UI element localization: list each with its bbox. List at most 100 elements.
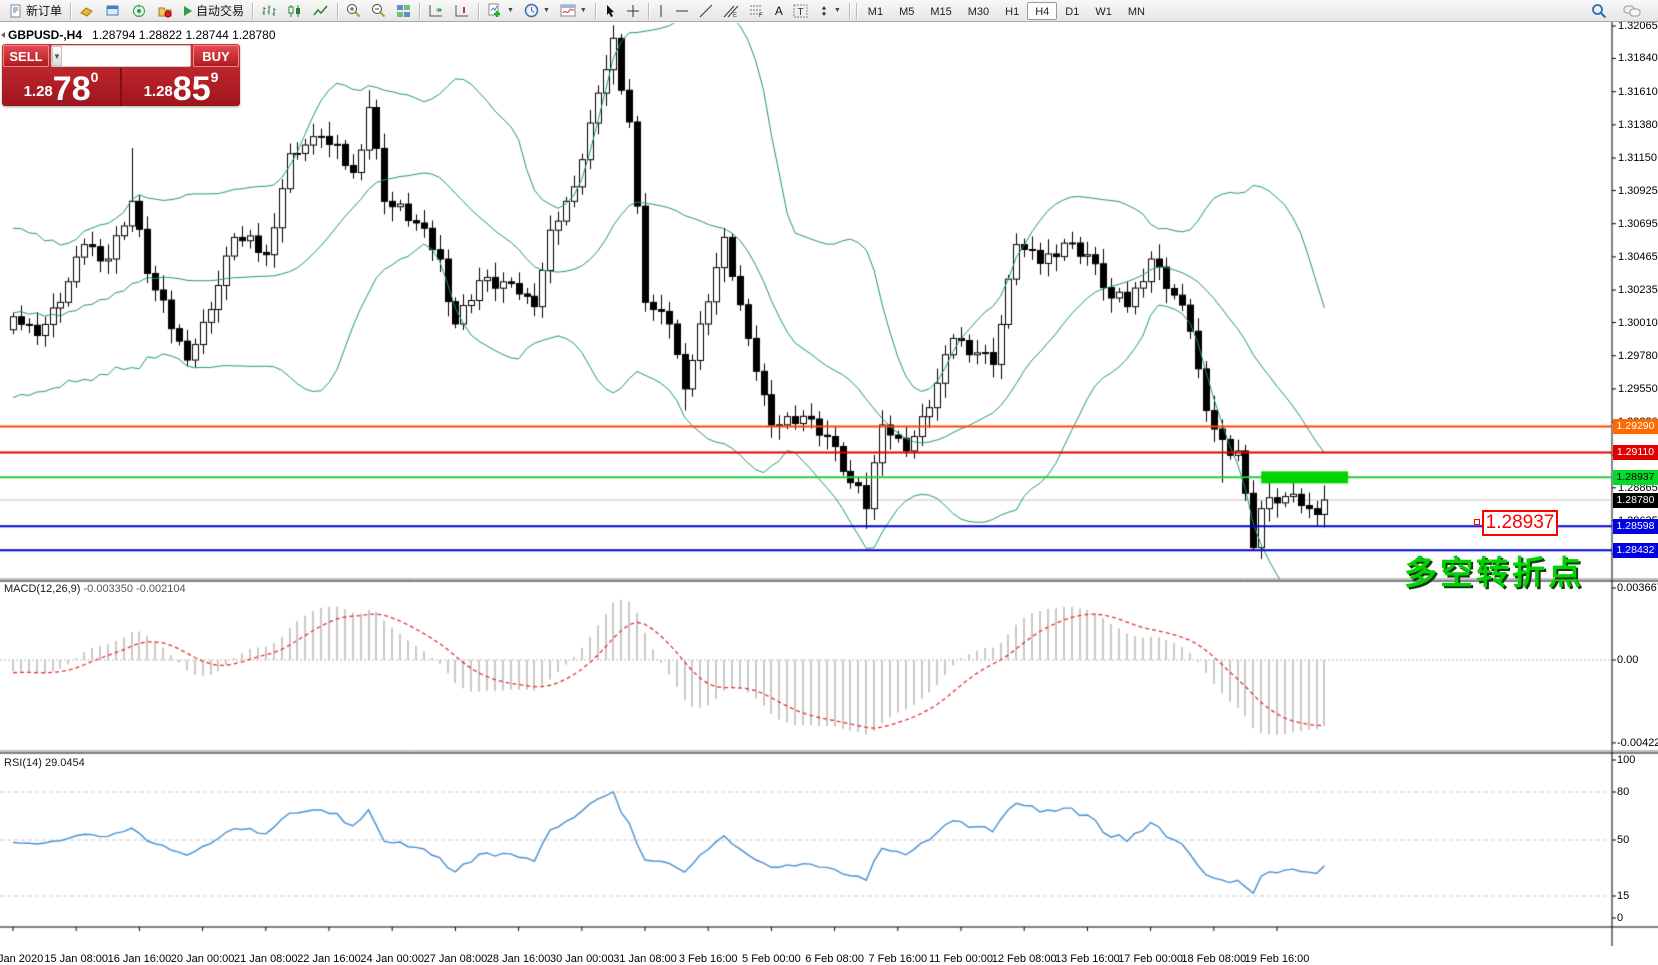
autotrading-button[interactable]: 自动交易 <box>178 1 249 21</box>
tiles-glyph <box>396 4 411 18</box>
timeframe-m1[interactable]: M1 <box>860 2 891 20</box>
timeframe-mn[interactable]: MN <box>1120 2 1153 20</box>
signal-glyph <box>131 4 147 18</box>
indicators-button[interactable]: ▼ <box>555 1 592 21</box>
equidistant-channel-icon[interactable]: E <box>718 1 744 21</box>
folder-glyph <box>157 4 173 18</box>
ohlc-values: 1.28794 1.28822 1.28744 1.28780 <box>92 28 276 42</box>
buy-button[interactable]: BUY <box>193 45 239 67</box>
callout-anchor-handle[interactable] <box>1474 519 1480 525</box>
time-axis-label: 5 Feb 00:00 <box>742 953 801 965</box>
candlestick-icon[interactable] <box>282 1 308 21</box>
price-axis-tick: 1.30925 <box>1618 185 1658 197</box>
chevron-down-icon: ▼ <box>834 7 841 14</box>
horizontal-line-icon[interactable] <box>670 1 694 21</box>
trendline-icon[interactable] <box>694 1 718 21</box>
price-line-badge: 1.29290 <box>1613 419 1658 434</box>
search-icon[interactable] <box>1586 1 1612 21</box>
timeframe-h1[interactable]: H1 <box>997 2 1027 20</box>
timeframe-m15[interactable]: M15 <box>922 2 959 20</box>
timeframe-m5[interactable]: M5 <box>891 2 922 20</box>
bar-chart-icon[interactable] <box>256 1 282 21</box>
price-axis-tick: 1.31840 <box>1618 52 1658 64</box>
price-axis-tick: 1.31380 <box>1618 119 1658 131</box>
price-axis-tick: 1.31610 <box>1618 86 1658 98</box>
text-icon-label: A <box>775 4 783 18</box>
cursor-icon[interactable] <box>599 1 621 21</box>
zoom-in-icon[interactable] <box>341 1 366 21</box>
toolbar-separator <box>70 3 71 19</box>
price-axis-tick: 1.29550 <box>1618 383 1658 395</box>
fibonacci-icon[interactable]: F <box>744 1 770 21</box>
toolbar-separator <box>478 3 479 19</box>
volume-down-button[interactable]: ▼ <box>52 46 62 66</box>
time-axis-label: 30 Jan 00:00 <box>550 953 614 965</box>
annotation-text[interactable]: 多空转折点 <box>1404 546 1584 594</box>
time-axis-label: 27 Jan 08:00 <box>424 953 488 965</box>
hline-glyph <box>675 7 689 15</box>
price-line-badge: 1.28432 <box>1613 543 1658 558</box>
crosshair-icon[interactable] <box>621 1 645 21</box>
new-order-button[interactable]: 新订单 <box>4 1 67 21</box>
volume-input[interactable] <box>62 46 191 66</box>
time-axis-label: 28 Jan 16:00 <box>487 953 551 965</box>
time-axis-label: 18 Feb 08:00 <box>1181 953 1246 965</box>
sell-price[interactable]: 1.28 78 0 <box>2 68 122 106</box>
boxT-glyph: T <box>793 4 808 18</box>
chart-title: GBPUSD-,H4 1.28794 1.28822 1.28744 1.287… <box>8 28 276 42</box>
polyline-glyph <box>313 4 329 18</box>
text-icon[interactable]: A <box>770 1 788 21</box>
timeframe-m30[interactable]: M30 <box>960 2 997 20</box>
toolbar-right <box>1586 1 1654 21</box>
symbol-period: GBPUSD-,H4 <box>8 28 82 42</box>
chevron-down-icon: ▼ <box>543 7 550 14</box>
time-axis-label: 13 Feb 16:00 <box>1055 953 1120 965</box>
timeframe-d1[interactable]: D1 <box>1057 2 1087 20</box>
sell-price-big: 78 <box>53 74 91 104</box>
one-click-trading-panel: SELL ▼ ▲ BUY 1.28 78 0 1.28 85 9 <box>2 44 240 106</box>
gold-glyph <box>79 4 95 18</box>
buy-price-sup: 9 <box>211 69 219 85</box>
chart-canvas[interactable] <box>0 22 1658 946</box>
data-window-collapse-icon[interactable] <box>1 32 5 38</box>
vertical-line-icon[interactable] <box>652 1 670 21</box>
timeframe-w1[interactable]: W1 <box>1087 2 1120 20</box>
data-window-icon[interactable] <box>100 1 126 21</box>
new-chart-button[interactable]: ▼ <box>482 1 519 21</box>
timeframe-h4[interactable]: H4 <box>1027 2 1057 20</box>
svg-text:E: E <box>733 13 737 18</box>
navigator-icon[interactable] <box>126 1 152 21</box>
arrows-icon[interactable]: ▼ <box>813 1 846 21</box>
line-chart-icon[interactable] <box>308 1 334 21</box>
new-order-button-label: 新订单 <box>26 2 62 19</box>
marketwatch-icon[interactable] <box>74 1 100 21</box>
timeframe-clock-button[interactable]: ▼ <box>519 1 555 21</box>
newchart-glyph <box>487 3 503 18</box>
sell-button[interactable]: SELL <box>3 45 49 67</box>
buy-price[interactable]: 1.28 85 9 <box>122 68 240 106</box>
rsi-scale-tick: 15 <box>1617 890 1629 902</box>
tile-windows-icon[interactable] <box>391 1 416 21</box>
price-axis-tick: 1.30695 <box>1618 218 1658 230</box>
chart-window: GBPUSD-,H4 1.28794 1.28822 1.28744 1.287… <box>0 22 1658 946</box>
buy-price-prefix: 1.28 <box>144 83 173 100</box>
text-label-icon[interactable]: T <box>788 1 813 21</box>
trend-glyph <box>699 4 713 18</box>
chart-shift-icon[interactable] <box>449 1 475 21</box>
toolbar-separator <box>595 3 596 19</box>
price-callout-label[interactable]: 1.28937 <box>1482 510 1558 536</box>
macd-scale-tick: 0.003667 <box>1617 582 1658 594</box>
fibo-glyph: F <box>749 4 765 18</box>
arrows-glyph <box>818 5 830 17</box>
toolbar-separator <box>337 3 338 19</box>
zoom-out-icon[interactable] <box>366 1 391 21</box>
time-axis-label: 24 Jan 00:00 <box>360 953 424 965</box>
toolbar-separator <box>856 3 857 19</box>
toolbar-separator <box>648 3 649 19</box>
chat-icon[interactable] <box>1618 1 1646 21</box>
autoscroll-icon[interactable] <box>423 1 449 21</box>
toolbar-separator <box>849 3 850 19</box>
svg-text:F: F <box>759 13 763 18</box>
terminal-icon[interactable] <box>152 1 178 21</box>
time-axis-label: 17 Feb 00:00 <box>1118 953 1183 965</box>
